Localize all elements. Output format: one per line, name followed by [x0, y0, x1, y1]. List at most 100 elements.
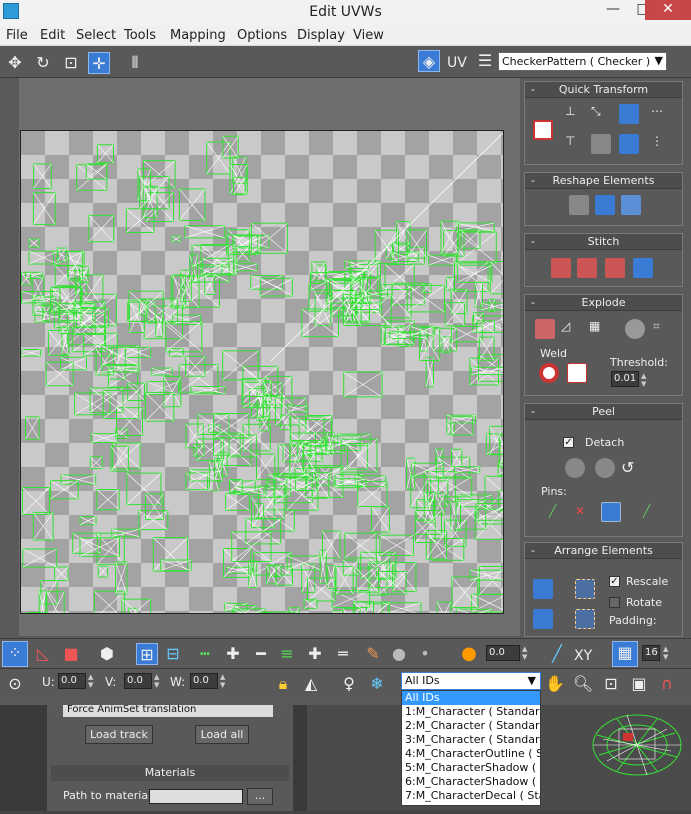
lock-icon[interactable]: 🔒︎	[272, 673, 294, 695]
v-input[interactable]: 0.0	[124, 673, 152, 689]
minimize-button[interactable]: —	[598, 0, 628, 20]
reshape-header[interactable]: Reshape Elements	[553, 174, 655, 187]
hide-icon[interactable]: ◭	[300, 673, 322, 695]
grow-select-icon[interactable]: ⊞	[136, 643, 158, 665]
soft-selection-spinner[interactable]: ▲▼	[522, 645, 530, 661]
arrange-header[interactable]: Arrange Elements	[554, 544, 653, 557]
loop-icon[interactable]: ┅	[194, 643, 216, 665]
stitch-custom-icon[interactable]	[633, 258, 653, 278]
quick-peel-icon[interactable]	[565, 458, 585, 478]
stitch-target-icon[interactable]	[605, 258, 625, 278]
stitch-avg-icon[interactable]	[577, 258, 597, 278]
id-option[interactable]: 7:M_CharacterDecal ( Stanc	[402, 789, 540, 803]
menu-display[interactable]: Display	[297, 28, 345, 43]
align-diagonal-icon[interactable]: ⤡	[591, 104, 611, 124]
edge-distance-icon[interactable]: ╱	[546, 643, 568, 665]
pan-icon[interactable]: ✋	[544, 673, 566, 695]
auto-pin-icon[interactable]	[601, 502, 621, 522]
rotate-checkbox[interactable]	[609, 597, 620, 608]
freeze-icon[interactable]: ❄	[366, 673, 388, 695]
id-option[interactable]: 4:M_CharacterOutline ( Star	[402, 747, 540, 761]
menu-select[interactable]: Select	[76, 28, 116, 43]
materials-header[interactable]: Materials	[51, 765, 289, 781]
zoom-icon[interactable]: 🔍︎	[572, 673, 594, 695]
stitch-header[interactable]: Stitch	[588, 235, 620, 248]
quick-transform-header[interactable]: Quick Transform	[559, 83, 648, 96]
zoom-extents-icon[interactable]: ▣	[628, 673, 650, 695]
load-track-button[interactable]: Load track	[85, 725, 153, 744]
grid-snap-icon[interactable]: ▦	[612, 641, 638, 667]
align-left-icon[interactable]: ⊥	[565, 104, 585, 124]
w-input[interactable]: 0.0	[190, 673, 218, 689]
scale-icon[interactable]: ⊡	[60, 52, 82, 74]
edit-pins-icon[interactable]: ╱	[549, 504, 569, 524]
peel-header[interactable]: Peel	[592, 405, 615, 418]
pack-normalize-icon[interactable]	[533, 579, 553, 599]
delete-pins-icon[interactable]: ✕	[575, 504, 595, 524]
edge-select-icon[interactable]: ◺	[32, 643, 54, 665]
weld-selected-icon[interactable]	[567, 363, 587, 383]
align-pivot-icon[interactable]	[533, 120, 553, 140]
circle-icon[interactable]	[621, 195, 641, 215]
face-select-icon[interactable]: ■	[60, 643, 82, 665]
pattern-icon[interactable]: ⌗	[653, 319, 673, 339]
soft-selection-input[interactable]: 0.0	[486, 645, 520, 661]
menu-mapping[interactable]: Mapping	[170, 28, 226, 43]
detach-checkbox[interactable]: ✓	[563, 437, 574, 448]
vertex-select-icon[interactable]: ⁘	[2, 641, 28, 667]
zoom-region-icon[interactable]: ⊡	[600, 673, 622, 695]
stitch-source-icon[interactable]	[551, 258, 571, 278]
shrink-select-icon[interactable]: ⊟	[162, 643, 184, 665]
explode-header[interactable]: Explode	[582, 296, 626, 309]
u-spinner[interactable]: ▲▼	[88, 673, 96, 689]
element-select-icon[interactable]: ⬢	[96, 643, 118, 665]
enlarge-brush-icon[interactable]: ●	[388, 643, 410, 665]
space-horizontal-icon[interactable]: ⋯	[651, 104, 671, 124]
show-map-icon[interactable]: ◈	[418, 50, 440, 72]
straighten-icon[interactable]	[569, 195, 589, 215]
id-option[interactable]: 1:M_Character ( Standard )	[402, 705, 540, 719]
rotate-cw-icon[interactable]	[619, 104, 639, 124]
path-to-materials-input[interactable]	[149, 789, 243, 804]
mirror-icon[interactable]: ⫴	[124, 52, 146, 74]
texture-dropdown[interactable]: CheckerPattern ( Checker )▼	[498, 52, 667, 71]
threshold-input[interactable]: 0.01	[611, 371, 639, 387]
uv-list-icon[interactable]: ☰	[474, 50, 496, 72]
peel-mode-icon[interactable]	[595, 458, 615, 478]
move-icon[interactable]: ✥	[4, 52, 26, 74]
split-icon[interactable]: ◿	[561, 319, 581, 339]
menu-view[interactable]: View	[353, 28, 384, 43]
browse-button[interactable]: ...	[247, 788, 273, 805]
pack-together-icon[interactable]	[533, 609, 553, 629]
w-spinner[interactable]: ▲▼	[220, 673, 228, 689]
load-all-button[interactable]: Load all	[195, 725, 249, 744]
pack-group-icon[interactable]	[575, 609, 595, 629]
uv-space-label[interactable]: UV	[447, 55, 467, 71]
freeform-icon[interactable]: ✛	[88, 52, 110, 74]
id-option[interactable]: 6:M_CharacterShadow ( Sta	[402, 775, 540, 789]
shrink-ring-icon[interactable]: ═	[332, 643, 354, 665]
break-icon[interactable]	[535, 319, 555, 339]
rescale-checkbox[interactable]: ✓	[609, 576, 620, 587]
anim-dropdown[interactable]: Force AnimSet translation	[63, 705, 273, 717]
material-id-dropdown[interactable]: All IDs▼	[401, 672, 541, 690]
grow-loop-icon[interactable]: ✚	[222, 643, 244, 665]
id-option[interactable]: 2:M_Character ( Standard )	[402, 719, 540, 733]
v-spinner[interactable]: ▲▼	[154, 673, 162, 689]
light-icon[interactable]: ♀	[338, 673, 360, 695]
ring-icon[interactable]: ≡	[276, 643, 298, 665]
relax-icon[interactable]	[595, 195, 615, 215]
snap-icon[interactable]: ∩	[656, 673, 678, 695]
shrink-loop-icon[interactable]: ━	[250, 643, 272, 665]
sphere-icon[interactable]	[625, 319, 645, 339]
rotate-ccw-icon[interactable]	[619, 134, 639, 154]
menu-edit[interactable]: Edit	[40, 28, 65, 43]
absolute-mode-icon[interactable]: ⊙	[4, 673, 26, 695]
close-button[interactable]: ✕	[645, 0, 691, 20]
paint-select-icon[interactable]: ✎	[362, 643, 384, 665]
id-option[interactable]: 3:M_Character ( Standard )	[402, 733, 540, 747]
xy-label[interactable]: XY	[574, 648, 592, 664]
menu-tools[interactable]: Tools	[124, 28, 156, 43]
uv-canvas[interactable]	[20, 130, 504, 614]
shrink-brush-icon[interactable]: •	[414, 643, 436, 665]
